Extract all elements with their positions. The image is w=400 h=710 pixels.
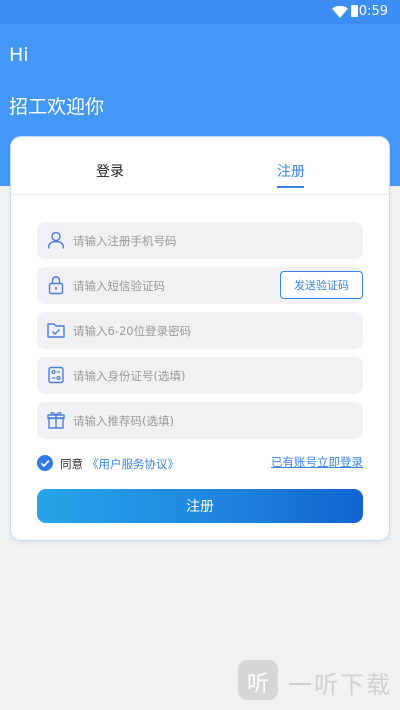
watermark: 听 一听下载 [238, 658, 398, 702]
login-link[interactable]: 已有账号立即登录 [271, 454, 363, 470]
id-number-input[interactable] [73, 357, 303, 394]
gift-icon [47, 411, 65, 429]
referral-input[interactable] [73, 402, 303, 439]
register-card: 登录 注册 发送验证码 [11, 137, 389, 540]
sms-code-field: 发送验证码 [37, 267, 363, 304]
tab-login[interactable]: 登录 [96, 161, 124, 181]
checkmark-icon [40, 460, 50, 468]
send-code-button[interactable]: 发送验证码 [280, 271, 363, 299]
watermark-logo-char: 听 [247, 672, 270, 697]
active-tab-indicator [277, 186, 304, 188]
greeting-text: Hi [9, 44, 29, 66]
phone-field [37, 222, 363, 259]
tab-register[interactable]: 注册 [277, 161, 305, 181]
lock-icon [48, 276, 64, 295]
tabs-divider [11, 194, 389, 195]
id-card-icon [48, 366, 64, 384]
status-bar: 10:59 [0, 0, 400, 24]
auth-tabs: 登录 注册 [11, 137, 389, 193]
id-number-field [37, 357, 363, 394]
watermark-logo: 听 [238, 660, 278, 700]
watermark-text: 一听下载 [288, 671, 392, 699]
folder-check-icon [47, 323, 65, 338]
referral-field [37, 402, 363, 439]
wifi-icon [332, 6, 348, 18]
status-time: 10:59 [350, 4, 388, 19]
agreement-row: 同意 《用户服务协议》 已有账号立即登录 [37, 453, 363, 473]
phone-input[interactable] [73, 222, 303, 259]
agreement-prefix: 同意 [60, 457, 83, 471]
user-agreement-link[interactable]: 《用户服务协议》 [87, 456, 179, 472]
password-input[interactable] [73, 312, 303, 349]
sms-code-input[interactable] [73, 267, 243, 304]
welcome-title: 招工欢迎你 [9, 96, 105, 118]
register-button[interactable]: 注册 [37, 489, 363, 523]
user-icon [47, 231, 65, 249]
agreement-checkbox[interactable] [37, 455, 53, 471]
password-field [37, 312, 363, 349]
